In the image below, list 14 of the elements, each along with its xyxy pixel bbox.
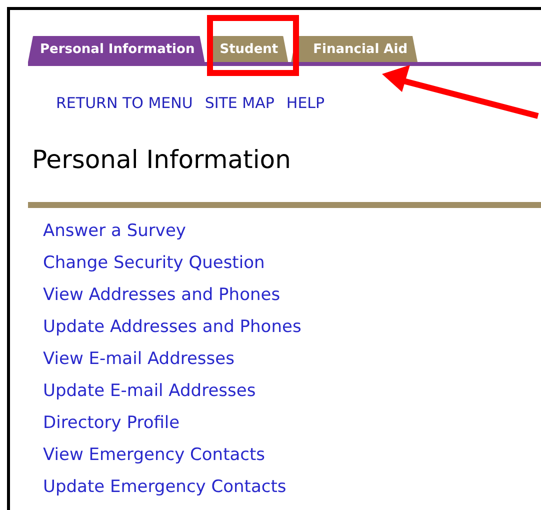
- tab[interactable]: Personal Information: [28, 36, 205, 62]
- menu-link[interactable]: Update Addresses and Phones: [43, 316, 302, 339]
- menu-link[interactable]: View Emergency Contacts: [43, 444, 266, 467]
- nav-link[interactable]: RETURN TO MENU: [56, 94, 193, 112]
- menu-link[interactable]: Update Emergency Contacts: [43, 476, 286, 499]
- menu-link[interactable]: Update E-mail Addresses: [43, 380, 256, 403]
- nav-link[interactable]: HELP: [286, 94, 325, 112]
- menu-link[interactable]: View Addresses and Phones: [43, 284, 280, 307]
- page-heading: Personal Information: [31, 144, 292, 174]
- menu-link[interactable]: View E-mail Addresses: [43, 348, 234, 371]
- menu-link[interactable]: Answer a Survey: [43, 220, 186, 243]
- menu-link[interactable]: Change Security Question: [43, 252, 265, 275]
- nav-link[interactable]: SITE MAP: [204, 94, 274, 112]
- menu-link[interactable]: Directory Profile: [43, 412, 180, 435]
